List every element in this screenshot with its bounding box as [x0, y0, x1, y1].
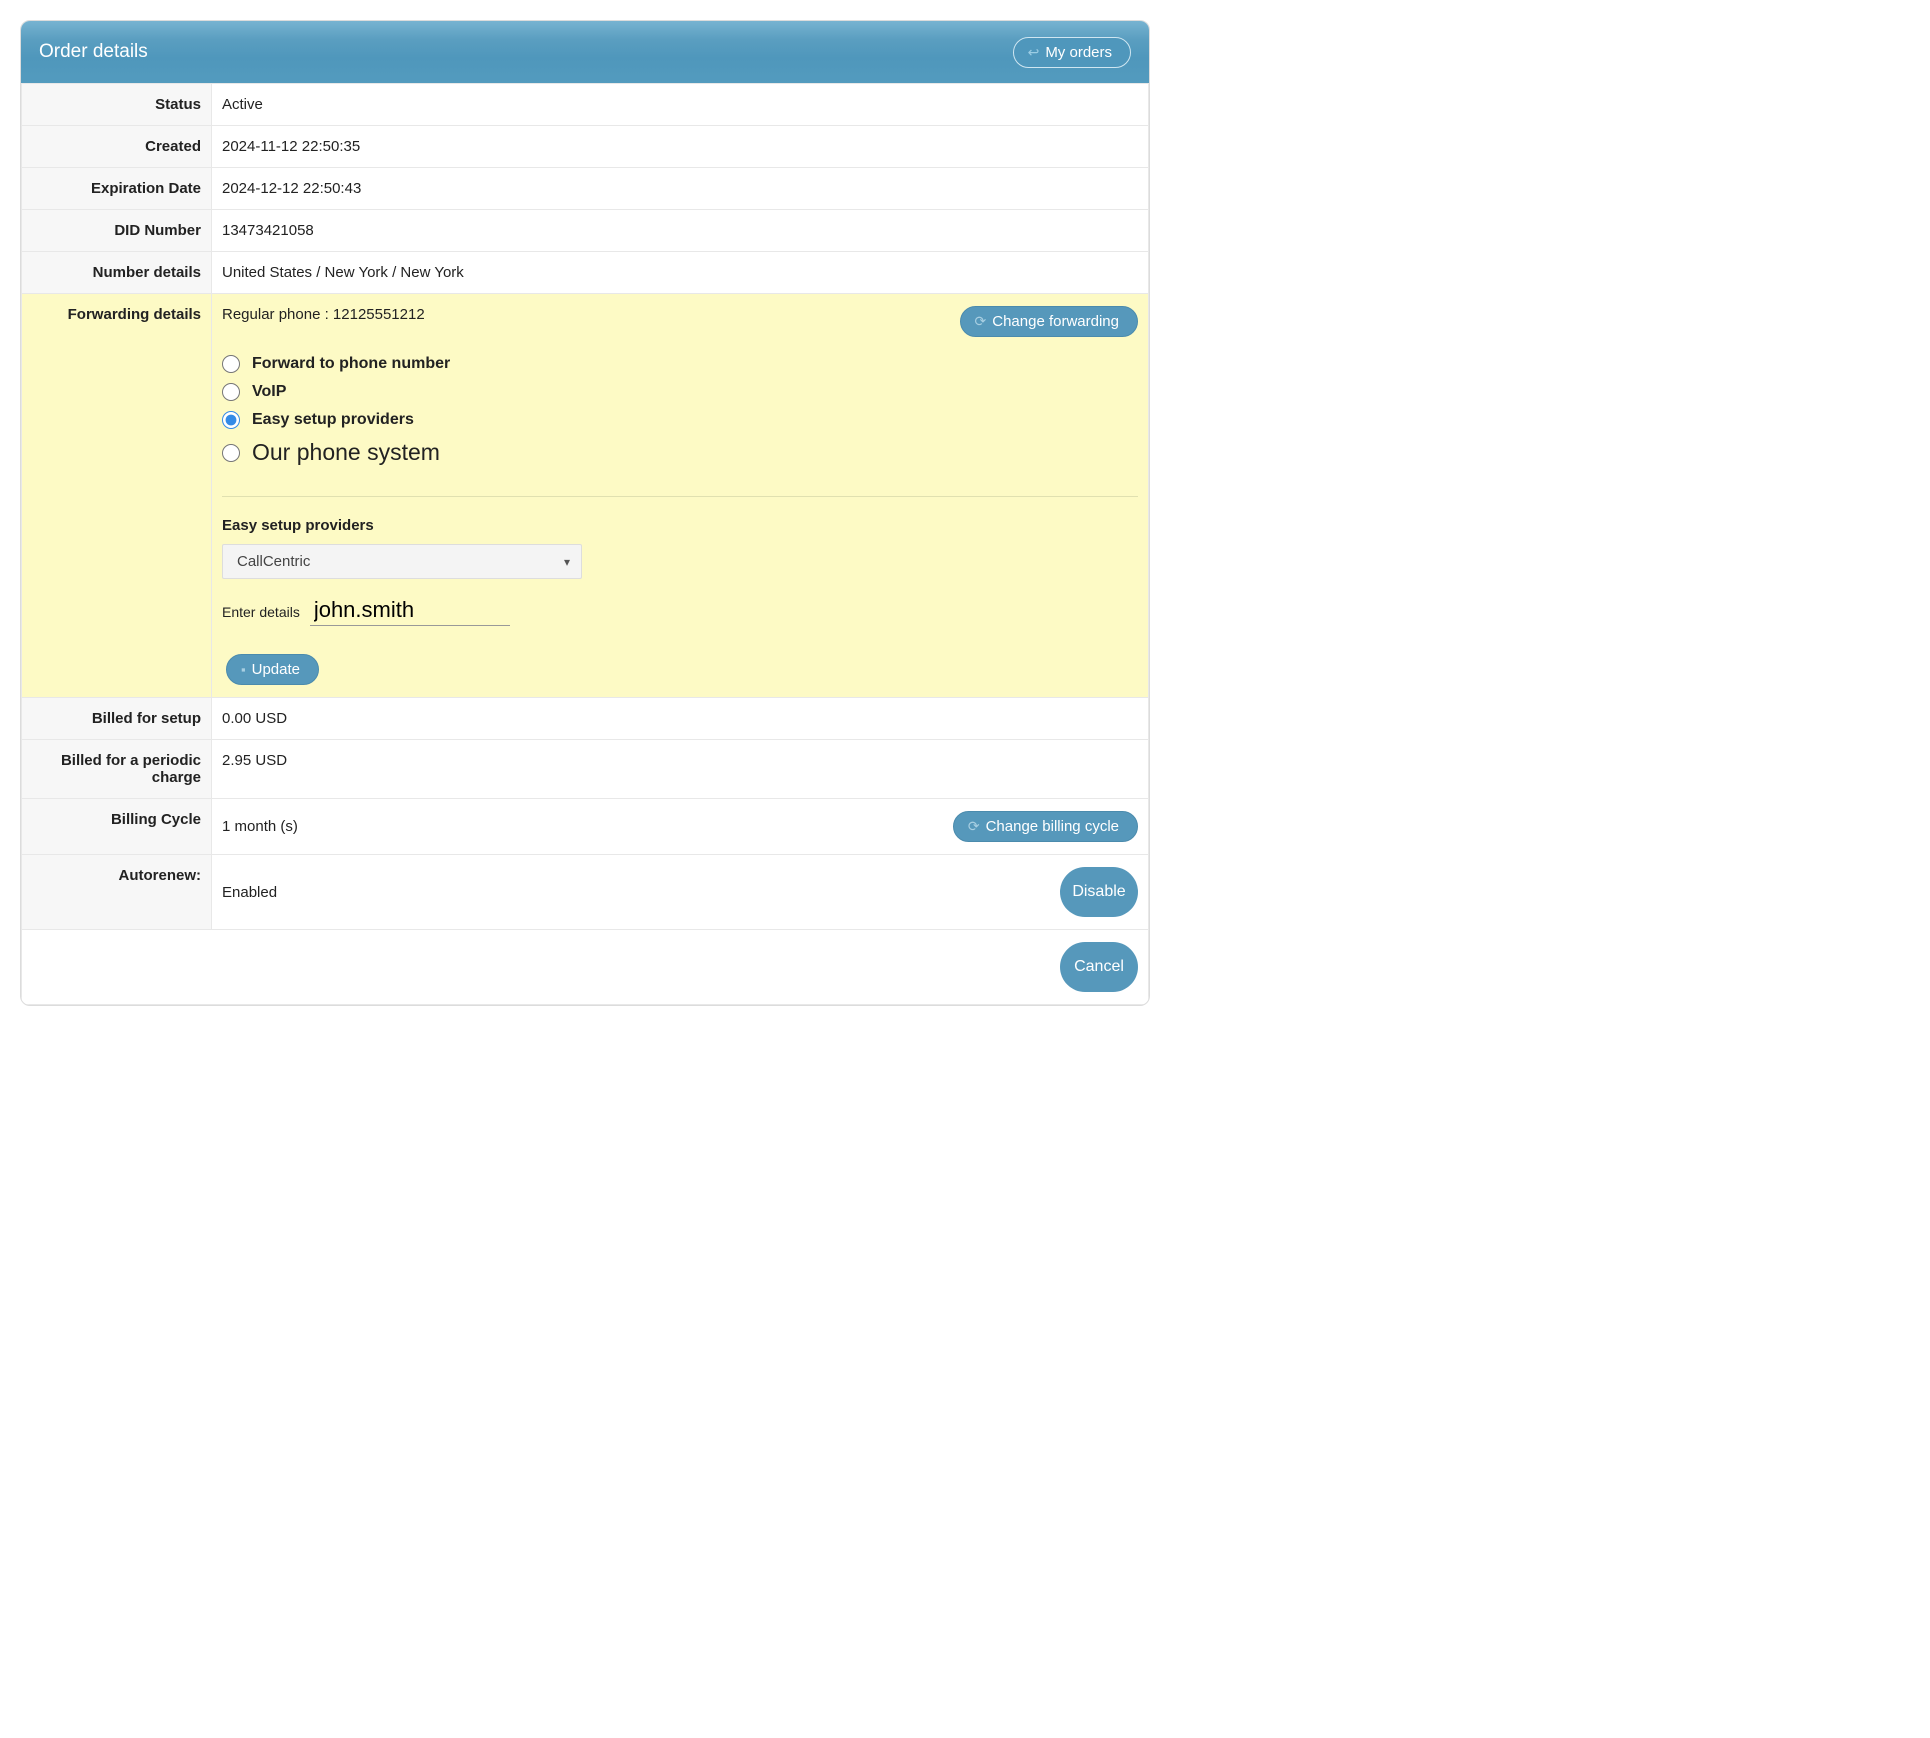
- billing-cycle-row: Billing Cycle 1 month (s) ⟳ Change billi…: [22, 799, 1149, 855]
- change-forwarding-label: Change forwarding: [992, 313, 1119, 330]
- update-button[interactable]: ▪ Update: [226, 654, 319, 685]
- billed-setup-label: Billed for setup: [22, 698, 212, 740]
- back-arrow-icon: ↩: [1028, 44, 1040, 61]
- enter-details-label: Enter details: [222, 604, 300, 620]
- autorenew-label: Autorenew:: [22, 855, 212, 930]
- status-value: Active: [212, 84, 1149, 126]
- expiration-value: 2024-12-12 22:50:43: [212, 168, 1149, 210]
- divider: [222, 496, 1138, 497]
- change-billing-cycle-button[interactable]: ⟳ Change billing cycle: [953, 811, 1138, 842]
- save-icon: ▪: [241, 662, 246, 677]
- number-details-value: United States / New York / New York: [212, 252, 1149, 294]
- did-row: DID Number 13473421058: [22, 210, 1149, 252]
- my-orders-button[interactable]: ↩ My orders: [1013, 37, 1131, 68]
- billed-periodic-row: Billed for a periodic charge 2.95 USD: [22, 740, 1149, 799]
- forwarding-row: Forwarding details Regular phone : 12125…: [22, 294, 1149, 698]
- autorenew-row: Autorenew: Enabled Disable: [22, 855, 1149, 930]
- radio-voip[interactable]: [222, 383, 240, 401]
- status-row: Status Active: [22, 84, 1149, 126]
- radio-voip-label: VoIP: [252, 383, 286, 401]
- billing-cycle-value: 1 month (s): [222, 818, 298, 835]
- radio-our-phone-system-label: Our phone system: [252, 439, 440, 466]
- cancel-label: Cancel: [1074, 958, 1124, 976]
- created-row: Created 2024-11-12 22:50:35: [22, 126, 1149, 168]
- created-label: Created: [22, 126, 212, 168]
- my-orders-label: My orders: [1045, 44, 1112, 61]
- forwarding-radio-group: Forward to phone number VoIP Easy setup …: [222, 355, 1138, 466]
- cancel-button[interactable]: Cancel: [1060, 942, 1138, 992]
- radio-easy-setup[interactable]: [222, 411, 240, 429]
- change-billing-label: Change billing cycle: [986, 818, 1119, 835]
- billed-setup-row: Billed for setup 0.00 USD: [22, 698, 1149, 740]
- radio-forward-phone[interactable]: [222, 355, 240, 373]
- forwarding-label: Forwarding details: [22, 294, 212, 698]
- page-title: Order details: [39, 41, 148, 63]
- number-details-row: Number details United States / New York …: [22, 252, 1149, 294]
- disable-button[interactable]: Disable: [1060, 867, 1138, 917]
- radio-easy-setup-label: Easy setup providers: [252, 411, 414, 429]
- refresh-icon: ⟳: [975, 313, 987, 330]
- created-value: 2024-11-12 22:50:35: [212, 126, 1149, 168]
- radio-our-phone-system[interactable]: [222, 444, 240, 462]
- billed-setup-value: 0.00 USD: [212, 698, 1149, 740]
- billing-cycle-label: Billing Cycle: [22, 799, 212, 855]
- change-forwarding-button[interactable]: ⟳ Change forwarding: [960, 306, 1138, 337]
- details-table: Status Active Created 2024-11-12 22:50:3…: [21, 83, 1149, 1005]
- update-label: Update: [252, 661, 300, 678]
- expiration-label: Expiration Date: [22, 168, 212, 210]
- provider-select[interactable]: CallCentric: [222, 544, 582, 579]
- disable-label: Disable: [1072, 883, 1125, 901]
- status-label: Status: [22, 84, 212, 126]
- enter-details-input[interactable]: [310, 595, 510, 626]
- billed-periodic-value: 2.95 USD: [212, 740, 1149, 799]
- did-label: DID Number: [22, 210, 212, 252]
- autorenew-value: Enabled: [222, 884, 277, 901]
- did-value: 13473421058: [212, 210, 1149, 252]
- refresh-icon: ⟳: [968, 818, 980, 835]
- forwarding-current: Regular phone : 12125551212: [222, 306, 425, 323]
- footer-row: Cancel: [22, 930, 1149, 1005]
- radio-forward-phone-label: Forward to phone number: [252, 355, 450, 373]
- order-details-panel: Order details ↩ My orders Status Active …: [20, 20, 1150, 1006]
- billed-periodic-label: Billed for a periodic charge: [22, 740, 212, 799]
- panel-header: Order details ↩ My orders: [21, 21, 1149, 83]
- expiration-row: Expiration Date 2024-12-12 22:50:43: [22, 168, 1149, 210]
- easy-setup-section-title: Easy setup providers: [222, 517, 1138, 534]
- number-details-label: Number details: [22, 252, 212, 294]
